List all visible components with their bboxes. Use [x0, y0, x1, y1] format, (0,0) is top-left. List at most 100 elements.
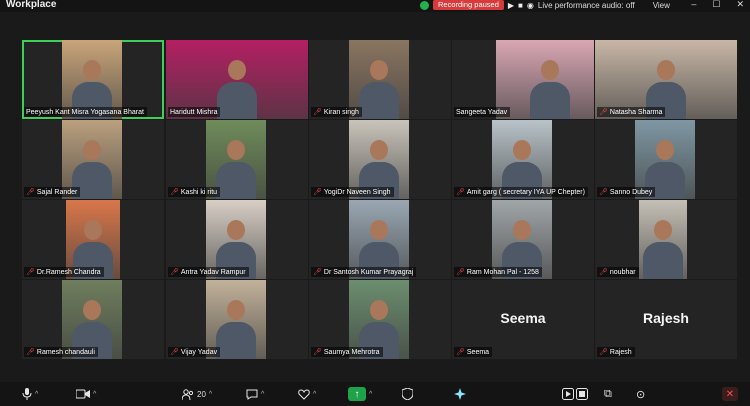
participant-tile[interactable]: 🎤︎ Vijay Yadav — [166, 280, 308, 359]
video-button[interactable]: ^ — [76, 386, 96, 402]
participant-tile[interactable]: 🎤︎ Dr Santosh Kumar Prayagraj — [309, 200, 451, 279]
participant-tile[interactable]: Haridutt Mishra — [166, 40, 308, 119]
apps-button[interactable]: ⧉ — [604, 386, 612, 402]
person-head — [227, 300, 245, 320]
participant-tile[interactable]: 🎤︎ Ram Mohan Pal - 1258 — [452, 200, 594, 279]
participant-tile[interactable]: 🎤︎ Natasha Sharma — [595, 40, 737, 119]
person-head — [370, 300, 388, 320]
mic-muted-icon: 🎤︎ — [456, 189, 465, 196]
record-icon — [562, 388, 588, 400]
participant-name-bar: 🎤︎ noubhar — [597, 267, 639, 277]
mic-muted-icon: 🎤︎ — [599, 349, 608, 356]
person-head — [83, 300, 101, 320]
end-meeting-button[interactable]: ✕ — [722, 386, 738, 402]
participant-display-name: Rajesh — [643, 310, 689, 326]
security-icon — [402, 388, 413, 400]
participant-name: Kiran singh — [323, 108, 359, 116]
participants-icon — [182, 388, 194, 400]
live-audio-icon: ◉ — [526, 0, 534, 10]
mic-muted-icon: 🎤︎ — [26, 189, 35, 196]
person-body — [217, 82, 257, 119]
ai-companion-button[interactable] — [454, 386, 466, 402]
participant-name: Antra Yadav Rampur — [180, 268, 246, 276]
participant-tile[interactable]: 🎤︎ Amit garg ( secretary IYA UP Chepter) — [452, 120, 594, 199]
video-grid: Peeyush Kant Misra Yogasana Bharat Haridu… — [22, 40, 737, 360]
microphone-button[interactable]: ^ — [22, 386, 38, 402]
participant-tile[interactable]: 🎤︎ Dr.Ramesh Chandra — [22, 200, 164, 279]
reactions-icon — [298, 388, 310, 400]
participant-name: Kashi ki ritu — [180, 188, 218, 196]
mic-muted-icon: 🎤︎ — [313, 189, 322, 196]
ai-companion-icon — [454, 388, 466, 400]
participant-name: Vijay Yadav — [180, 348, 218, 356]
person-head — [513, 140, 531, 160]
reactions-button[interactable]: ^ — [298, 386, 316, 402]
participant-tile[interactable]: 🎤︎ YogiDr Naveen Singh — [309, 120, 451, 199]
participant-name: Rajesh — [609, 348, 632, 356]
participant-tile[interactable]: 🎤︎ Kashi ki ritu — [166, 120, 308, 199]
participant-tile[interactable]: Rajesh 🎤︎ Rajesh — [595, 280, 737, 359]
chevron-up-icon[interactable]: ^ — [313, 391, 316, 398]
mic-muted-icon: 🎤︎ — [313, 269, 322, 276]
chevron-up-icon[interactable]: ^ — [261, 391, 264, 398]
participant-tile[interactable]: 🎤︎ Antra Yadav Rampur — [166, 200, 308, 279]
participant-name: noubhar — [609, 268, 636, 276]
participant-name-bar: 🎤︎ Amit garg ( secretary IYA UP Chepter) — [454, 187, 588, 197]
participant-name: Saumya Mehrotra — [323, 348, 380, 356]
more-icon: ⊙ — [636, 388, 646, 401]
maximize-icon[interactable]: ☐ — [712, 0, 720, 10]
person-head — [84, 220, 102, 240]
minimize-icon[interactable]: – — [691, 0, 696, 10]
participant-tile[interactable]: 🎤︎ Saumya Mehrotra — [309, 280, 451, 359]
participant-name-bar: 🎤︎ Seema — [454, 347, 493, 357]
participant-tile[interactable]: 🎤︎ noubhar — [595, 200, 737, 279]
chevron-up-icon[interactable]: ^ — [93, 391, 96, 398]
end-icon: ✕ — [722, 387, 738, 401]
participant-name: Sanno Dubey — [609, 188, 653, 196]
person-head — [370, 220, 388, 240]
more-button[interactable]: ⊙ — [636, 386, 645, 402]
participant-name-bar: 🎤︎ Dr.Ramesh Chandra — [24, 267, 104, 277]
participant-name-bar: 🎤︎ Natasha Sharma — [597, 107, 666, 117]
close-icon[interactable]: ✕ — [736, 0, 744, 10]
mic-muted-icon: 🎤︎ — [599, 269, 608, 276]
participant-tile[interactable]: Peeyush Kant Misra Yogasana Bharat — [22, 40, 164, 119]
mic-muted-icon: 🎤︎ — [599, 109, 608, 116]
participants-button[interactable]: 20 ^ — [182, 386, 212, 402]
participant-video — [496, 40, 594, 119]
participant-name-bar: 🎤︎ Sanno Dubey — [597, 187, 656, 197]
mic-muted-icon: 🎤︎ — [456, 349, 465, 356]
participant-tile[interactable]: 🎤︎ Kiran singh — [309, 40, 451, 119]
share-screen-button[interactable]: ↑ ^ — [348, 386, 372, 402]
security-button[interactable] — [402, 386, 413, 402]
shield-icon[interactable] — [420, 0, 429, 10]
chat-button[interactable]: ^ — [246, 386, 264, 402]
participant-name: Dr.Ramesh Chandra — [36, 268, 101, 276]
participant-tile[interactable]: 🎤︎ Ramesh chandauli — [22, 280, 164, 359]
view-button[interactable]: View — [653, 1, 670, 10]
status-cluster: Recording paused ▶ ■ ◉ Live performance … — [420, 0, 670, 11]
person-body — [643, 242, 683, 279]
mic-muted-icon: 🎤︎ — [26, 269, 35, 276]
participant-name: Ramesh chandauli — [36, 348, 95, 356]
person-head — [656, 140, 674, 160]
participant-tile[interactable]: 🎤︎ Sanno Dubey — [595, 120, 737, 199]
chevron-up-icon[interactable]: ^ — [35, 391, 38, 398]
participant-name-bar: 🎤︎ Dr Santosh Kumar Prayagraj — [311, 267, 417, 277]
mic-muted-icon: 🎤︎ — [170, 189, 179, 196]
record-button[interactable] — [562, 386, 588, 402]
person-head — [541, 60, 559, 80]
stop-recording-icon[interactable]: ■ — [518, 1, 523, 10]
participants-count: 20 — [197, 389, 206, 399]
participant-name: Seema — [466, 348, 490, 356]
person-head — [654, 220, 672, 240]
participant-tile[interactable]: Seema 🎤︎ Seema — [452, 280, 594, 359]
participant-tile[interactable]: 🎤︎ Sajal Rander — [22, 120, 164, 199]
title-bar: Workplace Recording paused ▶ ■ ◉ Live pe… — [0, 0, 750, 12]
microphone-icon — [22, 388, 32, 400]
participant-name: Dr Santosh Kumar Prayagraj — [323, 268, 414, 276]
chevron-up-icon[interactable]: ^ — [209, 391, 212, 398]
chevron-up-icon[interactable]: ^ — [369, 391, 372, 398]
resume-recording-icon[interactable]: ▶ — [508, 1, 514, 10]
participant-tile[interactable]: Sangeeta Yadav — [452, 40, 594, 119]
